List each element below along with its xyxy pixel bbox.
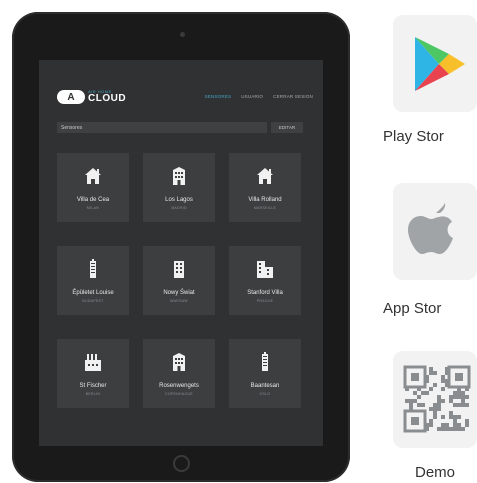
building-name: St Fischer — [79, 383, 107, 389]
building-tile[interactable]: Los Lagos MADRID — [143, 153, 215, 222]
app-logo[interactable]: A AIR HOME CLOUD — [57, 90, 126, 104]
building-city: BUDAPEST — [82, 299, 104, 303]
building-tile[interactable]: Stanford Villa PRAGUE — [229, 246, 301, 315]
building-city: COPENHAGUE — [165, 392, 193, 396]
nav-link-sensores[interactable]: SENSORES — [205, 94, 232, 99]
building-city: WARSAW — [170, 299, 188, 303]
building-city: OSLO — [259, 392, 271, 396]
apartment-icon — [170, 352, 188, 377]
nav-link-usuario[interactable]: USUARIO — [241, 94, 263, 99]
office-building-icon — [170, 259, 188, 284]
play-store-label: Play Stor — [383, 128, 444, 145]
building-name: Nowy Świat — [163, 290, 195, 296]
logo-badge: A — [57, 90, 85, 104]
building-name: Rosenwengets — [159, 383, 199, 389]
app-screen: A AIR HOME CLOUD SENSORES USUARIO CERRAR… — [39, 60, 323, 446]
building-city: BERLIN — [85, 392, 101, 396]
store-list: Play Stor App Stor Demo — [383, 0, 477, 483]
search-input[interactable] — [57, 122, 267, 133]
tower-icon — [84, 259, 102, 284]
city-buildings-icon — [256, 259, 274, 284]
building-tile[interactable]: Baantesan OSLO — [229, 339, 301, 408]
qr-code-icon[interactable] — [393, 351, 477, 448]
tablet-device: A AIR HOME CLOUD SENSORES USUARIO CERRAR… — [12, 12, 350, 482]
nav-link-cerrar-sesion[interactable]: CERRAR SESION — [273, 94, 313, 99]
building-grid: Villa de Cea MILAN Los Lagos MADRID Villa Ro… — [57, 153, 301, 408]
building-name: Épületet Louise — [72, 290, 114, 296]
building-tile[interactable]: Épületet Louise BUDAPEST — [57, 246, 129, 315]
logo-text: CLOUD — [88, 93, 127, 104]
building-tile[interactable]: Rosenwengets COPENHAGUE — [143, 339, 215, 408]
top-nav: SENSORES USUARIO CERRAR SESION — [205, 94, 313, 99]
building-name: Stanford Villa — [247, 290, 283, 296]
edit-button[interactable]: EDITAR — [271, 122, 303, 133]
tablet-home-button[interactable] — [173, 455, 190, 472]
search-row: EDITAR — [57, 122, 303, 133]
building-tile[interactable]: Villa Rolland MARSEILLE — [229, 153, 301, 222]
demo-label: Demo — [415, 464, 456, 481]
tablet-camera — [180, 32, 185, 37]
building-city: PRAGUE — [256, 299, 274, 303]
building-city: MARSEILLE — [253, 206, 277, 210]
building-name: Villa Rolland — [248, 197, 282, 203]
building-city: MADRID — [171, 206, 187, 210]
house-icon — [256, 166, 274, 191]
tower-icon — [256, 352, 274, 377]
building-name: Baantesan — [250, 383, 280, 389]
building-city: MILAN — [86, 206, 100, 210]
play-store-icon[interactable] — [393, 15, 477, 112]
apartment-icon — [170, 166, 188, 191]
app-store-label: App Stor — [383, 300, 442, 317]
house-icon — [84, 166, 102, 191]
building-name: Villa de Cea — [76, 197, 110, 203]
building-tile[interactable]: Villa de Cea MILAN — [57, 153, 129, 222]
building-tile[interactable]: Nowy Świat WARSAW — [143, 246, 215, 315]
building-name: Los Lagos — [165, 197, 193, 203]
factory-icon — [84, 352, 102, 377]
building-tile[interactable]: St Fischer BERLIN — [57, 339, 129, 408]
apple-icon[interactable] — [393, 183, 477, 280]
